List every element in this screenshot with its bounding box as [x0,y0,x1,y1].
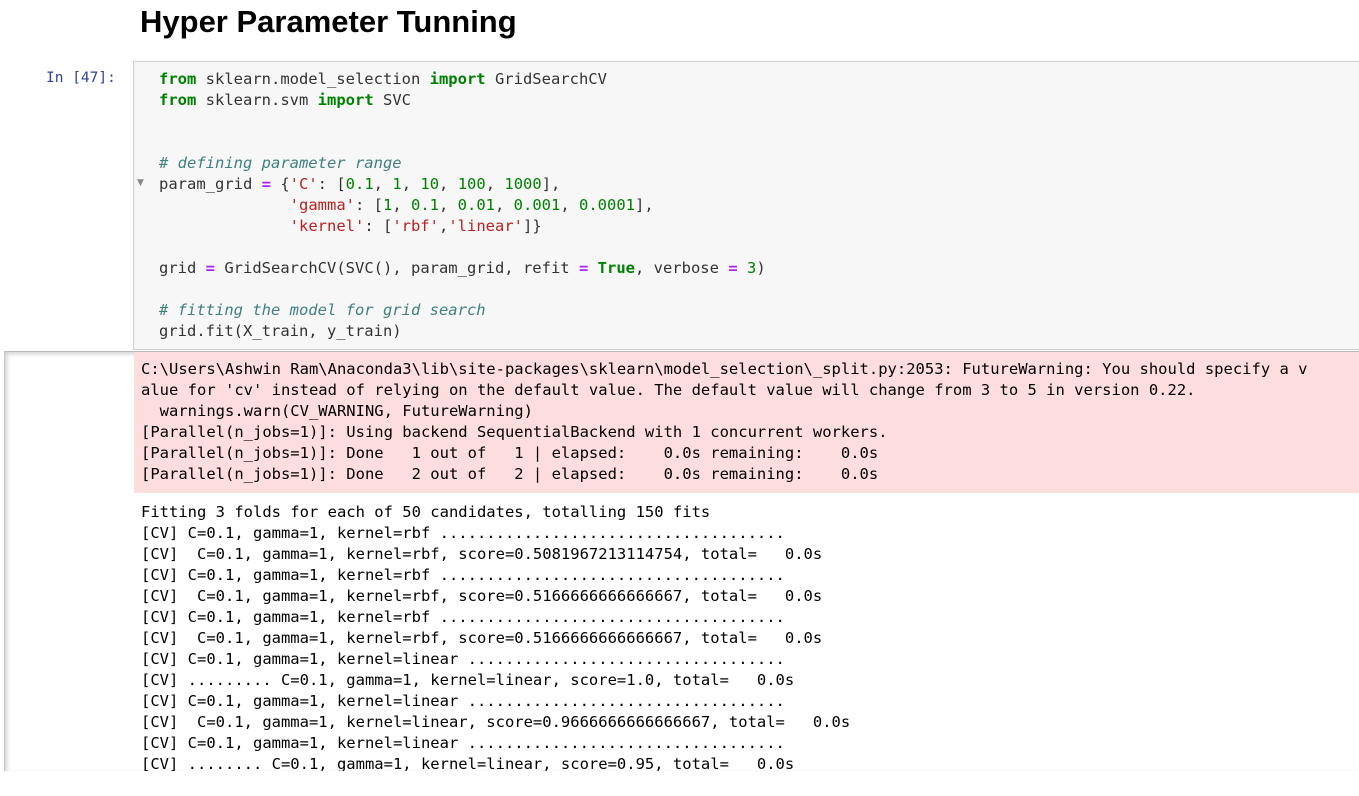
punct: , [392,196,411,214]
keyword: import [429,70,486,88]
code-cell-editor[interactable]: ▼ from sklearn.model_selection import Gr… [133,61,1359,350]
code-line: # defining parameter range [159,153,1359,174]
operator: = [728,259,738,277]
module-name: sklearn.model_selection [196,70,430,88]
keyword-constant: True [597,259,635,277]
stdout-line: [CV] C=0.1, gamma=1, kernel=linear .....… [141,734,785,752]
punct: ) [756,259,766,277]
operator: = [261,175,271,193]
stdout-line: [CV] ........ C=0.1, gamma=1, kernel=lin… [141,755,795,771]
punct: , [439,175,458,193]
code-line: grid.fit(X_train, y_train) [159,321,1359,342]
stderr-line: C:\Users\Ashwin Ram\Anaconda3\lib\site-p… [141,360,1308,378]
cell-prompt: In [47]: [46,70,116,86]
stdout-line: [CV] C=0.1, gamma=1, kernel=rbf, score=0… [141,629,823,647]
section-heading: Hyper Parameter Tunning [140,4,517,39]
operator: = [205,259,216,277]
string: 'gamma' [289,196,355,214]
stdout-output: Fitting 3 folds for each of 50 candidate… [134,502,1359,771]
code-comment: # defining parameter range [159,154,402,172]
number: 3 [747,259,757,277]
stderr-line: [Parallel(n_jobs=1)]: Using backend Sequ… [141,423,888,441]
punct: ], [541,175,561,193]
number: 0.01 [457,196,495,214]
punct: , [485,175,505,193]
number: 0.0001 [579,196,636,214]
module-name: sklearn.svm [196,91,318,109]
punct: : [ [317,175,346,193]
code-line: from sklearn.svm import SVC [159,90,1359,111]
punct: { [271,175,290,193]
number: 10 [420,175,440,193]
stderr-line: [Parallel(n_jobs=1)]: Done 1 out of 1 | … [141,444,879,462]
code-line: grid = GridSearchCV(SVC(), param_grid, r… [159,258,1359,279]
stderr-line: warnings.warn(CV_WARNING, FutureWarning) [141,402,533,420]
code-line: 'gamma': [1, 0.1, 0.01, 0.001, 0.0001], [159,195,1359,216]
code-line: from sklearn.model_selection import Grid… [159,69,1359,90]
variable: param_grid [159,175,262,193]
argument-text: , verbose [634,259,729,277]
fold-arrow-icon[interactable]: ▼ [137,178,144,188]
import-name: SVC [373,91,411,109]
string: 'kernel' [289,217,365,235]
stderr-line: [Parallel(n_jobs=1)]: Done 2 out of 2 | … [141,465,879,483]
punct: : [ [354,196,383,214]
number: 1 [392,175,402,193]
stderr-line: alue for 'cv' instead of relying on the … [141,381,1196,399]
keyword: from [159,91,197,109]
punct: , [560,196,580,214]
stdout-line: [CV] C=0.1, gamma=1, kernel=linear, scor… [141,713,851,731]
cell-output-area[interactable]: C:\Users\Ashwin Ram\Anaconda3\lib\site-p… [4,351,1359,771]
code-line: # fitting the model for grid search [159,300,1359,321]
stderr-output: C:\Users\Ashwin Ram\Anaconda3\lib\site-p… [134,352,1359,493]
import-name: GridSearchCV [485,70,607,88]
code-line: param_grid = {'C': [0.1, 1, 10, 100, 100… [159,174,1359,195]
number: 1000 [504,175,542,193]
stdout-line: [CV] C=0.1, gamma=1, kernel=rbf, score=0… [141,587,823,605]
punct: , [438,217,449,235]
stdout-line: Fitting 3 folds for each of 50 candidate… [141,503,711,521]
punct: , [373,175,393,193]
stdout-line: [CV] C=0.1, gamma=1, kernel=linear .....… [141,692,785,710]
stdout-line: [CV] ......... C=0.1, gamma=1, kernel=li… [141,671,795,689]
punct: : [ [364,217,393,235]
stdout-line: [CV] C=0.1, gamma=1, kernel=rbf ........… [141,566,785,584]
number: 0.1 [345,175,374,193]
string: 'rbf' [392,217,439,235]
keyword: from [159,70,197,88]
string: 'linear' [448,217,523,235]
code-line: 'kernel': ['rbf','linear']} [159,216,1359,237]
keyword: import [317,91,374,109]
code-lines[interactable]: from sklearn.model_selection import Grid… [159,69,1359,342]
punct: ]} [522,217,542,235]
string: 'C' [289,175,318,193]
punct: , [439,196,458,214]
stdout-line: [CV] C=0.1, gamma=1, kernel=rbf ........… [141,524,785,542]
punct: , [401,175,421,193]
number: 0.1 [411,196,439,214]
punct: ], [635,196,654,214]
operator: = [578,259,589,277]
call-expression: GridSearchCV(SVC(), param_grid, refit [215,259,579,277]
code-statement: grid.fit(X_train, y_train) [159,322,402,340]
punct: , [495,196,514,214]
number: 1 [382,196,393,214]
code-comment: # fitting the model for grid search [159,301,486,319]
stdout-line: [CV] C=0.1, gamma=1, kernel=rbf, score=0… [141,545,823,563]
stdout-line: [CV] C=0.1, gamma=1, kernel=rbf ........… [141,608,785,626]
stdout-line: [CV] C=0.1, gamma=1, kernel=linear .....… [141,650,785,668]
variable: grid [159,259,206,277]
number: 0.001 [513,196,561,214]
number: 100 [457,175,486,193]
